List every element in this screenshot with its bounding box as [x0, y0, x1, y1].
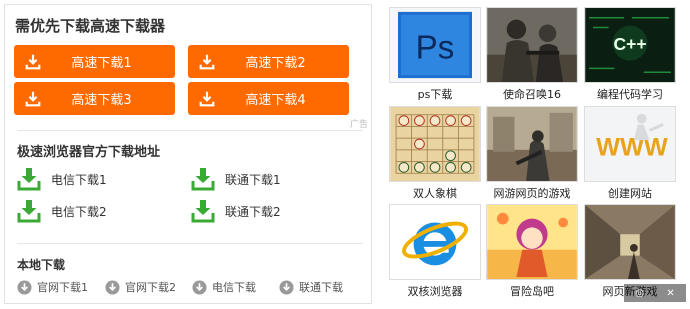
ps-text: Ps	[416, 30, 455, 67]
circle-download-icon	[17, 279, 32, 295]
fast-download-label: 高速下载3	[71, 93, 132, 108]
green-download-icon	[191, 168, 215, 191]
fast-download-button-3[interactable]: 高速下载3	[14, 82, 175, 115]
browser-download-link-1[interactable]: 电信下载1	[17, 167, 107, 191]
ad-label: 广告	[350, 120, 369, 130]
local-download-link-4[interactable]: 联通下载	[279, 279, 343, 295]
link-label: 电信下载1	[51, 172, 107, 187]
download-panel: 需优先下载高速下载器 高速下载1 高速下载2 高速下载3 高速下载4 广告 极速…	[4, 4, 372, 304]
cpp-code-image: C++	[584, 7, 676, 83]
soldier-image	[486, 7, 578, 83]
link-label: 官网下载1	[37, 281, 88, 294]
close-icon[interactable]: ✕	[666, 288, 674, 299]
download-icon	[25, 54, 41, 69]
local-download-link-2[interactable]: 官网下载2	[105, 279, 176, 295]
tile-caption: 冒险岛吧	[510, 285, 554, 298]
recommend-tile-ps[interactable]: Ps ps下载	[389, 7, 481, 102]
tile-caption: 编程代码学习	[597, 88, 663, 101]
link-label: 官网下载2	[125, 281, 176, 294]
tile-caption: 使命召唤16	[503, 88, 561, 101]
tile-caption: 创建网站	[608, 187, 652, 200]
recommend-tile-chess[interactable]: 双人象棋	[389, 106, 481, 201]
section-divider	[17, 243, 363, 244]
browser-download-title: 极速浏览器官方下载地址	[17, 145, 161, 160]
fast-download-label: 高速下载2	[245, 56, 306, 71]
fast-download-label: 高速下载1	[71, 56, 132, 71]
www-text: WWW	[596, 134, 668, 162]
browser-logo-icon	[389, 204, 481, 280]
fast-download-label: 高速下载4	[245, 93, 306, 108]
green-download-icon	[17, 200, 41, 223]
info-icon[interactable]: ◎	[635, 288, 644, 299]
browser-download-link-3[interactable]: 电信下载2	[17, 199, 107, 223]
recommend-tile-cod[interactable]: 使命召唤16	[486, 7, 578, 102]
game-scene-image	[486, 106, 578, 182]
fast-download-button-1[interactable]: 高速下载1	[14, 45, 175, 78]
link-label: 电信下载	[212, 281, 256, 294]
recommend-tile-website[interactable]: WWW 创建网站	[584, 106, 676, 201]
photoshop-icon: Ps	[389, 7, 481, 83]
browser-download-link-4[interactable]: 联通下载2	[191, 199, 281, 223]
link-label: 联通下载2	[225, 204, 281, 219]
download-icon	[199, 54, 215, 69]
local-download-link-3[interactable]: 电信下载	[192, 279, 256, 295]
browser-download-link-2[interactable]: 联通下载1	[191, 167, 281, 191]
link-label: 联通下载1	[225, 172, 281, 187]
tile-caption: 网游网页的游戏	[493, 187, 571, 200]
circle-download-icon	[105, 279, 120, 295]
download-icon	[199, 91, 215, 106]
recommend-tile-maple[interactable]: 冒险岛吧	[486, 204, 578, 299]
green-download-icon	[191, 200, 215, 223]
tile-caption: ps下载	[417, 88, 453, 101]
local-download-link-1[interactable]: 官网下载1	[17, 279, 88, 295]
green-download-icon	[17, 168, 41, 191]
recommend-tile-code[interactable]: C++ 编程代码学习	[584, 7, 676, 102]
recommend-tile-webgame[interactable]: 网游网页的游戏	[486, 106, 578, 201]
circle-download-icon	[192, 279, 207, 295]
link-label: 电信下载2	[51, 204, 107, 219]
tile-caption: 双人象棋	[413, 187, 457, 200]
game-corridor-image	[584, 204, 676, 280]
local-download-title: 本地下载	[17, 258, 66, 272]
recommend-tile-browser[interactable]: 双核浏览器	[389, 204, 481, 299]
section-divider	[17, 130, 363, 131]
chess-board-image	[389, 106, 481, 182]
circle-download-icon	[279, 279, 294, 295]
link-label: 联通下载	[299, 281, 343, 294]
cpp-text: C++	[613, 34, 646, 54]
tile-caption: 双核浏览器	[407, 285, 463, 298]
cartoon-character-image	[486, 204, 578, 280]
www-image: WWW	[584, 106, 676, 182]
fast-download-button-4[interactable]: 高速下载4	[188, 82, 349, 115]
download-icon	[25, 91, 41, 106]
ad-overlay[interactable]: ◎ ✕	[624, 284, 686, 302]
fast-download-button-2[interactable]: 高速下载2	[188, 45, 349, 78]
fast-download-title: 需优先下载高速下载器	[15, 17, 166, 35]
